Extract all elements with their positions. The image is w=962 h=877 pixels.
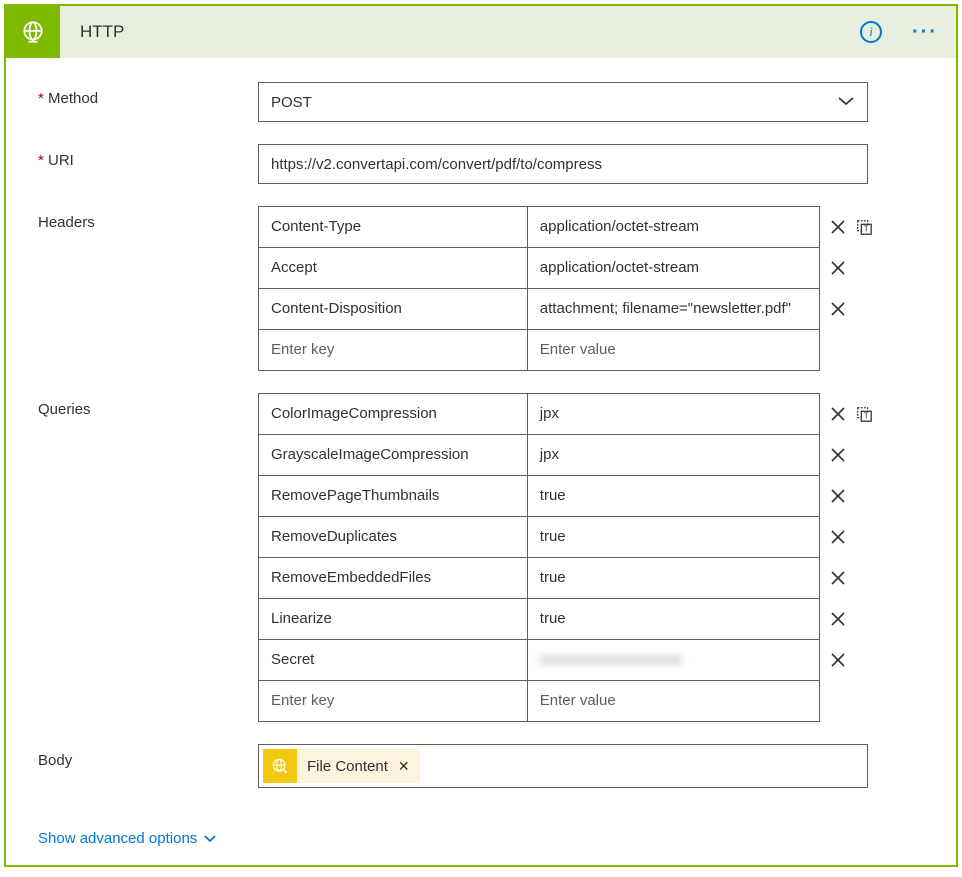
query-value[interactable]: true [528, 517, 819, 557]
query-key[interactable]: Secret [259, 640, 528, 680]
delete-row-button[interactable] [828, 299, 848, 319]
query-key[interactable]: RemoveEmbeddedFiles [259, 558, 528, 598]
queries-table: ColorImageCompressionjpxGrayscaleImageCo… [258, 393, 820, 722]
new-key-input[interactable]: Enter key [259, 681, 528, 721]
kv-row: RemoveDuplicatestrue [259, 517, 819, 558]
query-key[interactable]: GrayscaleImageCompression [259, 435, 528, 475]
card-header: HTTP i ··· [6, 6, 956, 58]
body-input[interactable]: File Content ✕ [258, 744, 868, 788]
chip-label: File Content [297, 758, 398, 775]
svg-text:T: T [864, 411, 869, 420]
advanced-label: Show advanced options [38, 830, 197, 847]
headers-table: Content-Typeapplication/octet-streamAcce… [258, 206, 820, 371]
delete-row-button[interactable] [828, 609, 848, 629]
query-key[interactable]: ColorImageCompression [259, 394, 528, 434]
headers-label: Headers [38, 206, 258, 231]
svg-text:T: T [864, 224, 869, 233]
kv-row: ColorImageCompressionjpx [259, 394, 819, 435]
info-icon[interactable]: i [860, 21, 882, 43]
header-value[interactable]: application/octet-stream [528, 248, 819, 288]
body-label: Body [38, 744, 258, 769]
http-icon [6, 6, 60, 58]
kv-row: Content-Typeapplication/octet-stream [259, 207, 819, 248]
header-key[interactable]: Content-Disposition [259, 289, 528, 329]
query-key[interactable]: RemovePageThumbnails [259, 476, 528, 516]
kv-row: RemoveEmbeddedFilestrue [259, 558, 819, 599]
new-key-input[interactable]: Enter key [259, 330, 528, 370]
kv-row: RemovePageThumbnailstrue [259, 476, 819, 517]
query-key[interactable]: RemoveDuplicates [259, 517, 528, 557]
queries-label: Queries [38, 393, 258, 418]
query-value[interactable]: xxxxxxxxxxxxxxxxxxx [528, 640, 819, 680]
delete-row-button[interactable] [828, 527, 848, 547]
header-key[interactable]: Accept [259, 248, 528, 288]
method-label: Method [38, 82, 258, 107]
delete-row-button[interactable] [828, 486, 848, 506]
chip-remove-icon[interactable]: ✕ [398, 758, 420, 775]
header-key[interactable]: Content-Type [259, 207, 528, 247]
delete-row-button[interactable] [828, 404, 848, 424]
delete-row-button[interactable] [828, 258, 848, 278]
delete-row-button[interactable] [828, 568, 848, 588]
more-menu-button[interactable]: ··· [912, 22, 938, 42]
method-value: POST [271, 94, 312, 111]
body-content-chip: File Content ✕ [263, 749, 420, 783]
query-value[interactable]: true [528, 558, 819, 598]
query-value[interactable]: true [528, 599, 819, 639]
card-title: HTTP [60, 22, 860, 42]
kv-row: Secretxxxxxxxxxxxxxxxxxxx [259, 640, 819, 681]
show-advanced-link[interactable]: Show advanced options [38, 830, 217, 847]
header-value[interactable]: attachment; filename="newsletter.pdf" [528, 289, 819, 329]
kv-row: GrayscaleImageCompressionjpx [259, 435, 819, 476]
delete-row-button[interactable] [828, 650, 848, 670]
format-row-button[interactable]: T [854, 404, 874, 424]
kv-row: Acceptapplication/octet-stream [259, 248, 819, 289]
header-value[interactable]: application/octet-stream [528, 207, 819, 247]
kv-new-row: Enter keyEnter value [259, 330, 819, 370]
chevron-down-icon [837, 94, 855, 110]
chevron-down-icon [203, 830, 217, 847]
file-content-icon [263, 749, 297, 783]
http-action-card: HTTP i ··· Method POST URI https://v2.co… [4, 4, 958, 867]
query-key[interactable]: Linearize [259, 599, 528, 639]
format-row-button[interactable]: T [854, 217, 874, 237]
delete-row-button[interactable] [828, 217, 848, 237]
uri-label: URI [38, 144, 258, 169]
query-value[interactable]: jpx [528, 394, 819, 434]
kv-new-row: Enter keyEnter value [259, 681, 819, 721]
new-value-input[interactable]: Enter value [528, 330, 819, 370]
card-body: Method POST URI https://v2.convertapi.co… [6, 58, 956, 865]
delete-row-button[interactable] [828, 445, 848, 465]
method-select[interactable]: POST [258, 82, 868, 122]
kv-row: Content-Dispositionattachment; filename=… [259, 289, 819, 330]
query-value[interactable]: true [528, 476, 819, 516]
uri-input[interactable]: https://v2.convertapi.com/convert/pdf/to… [258, 144, 868, 184]
new-value-input[interactable]: Enter value [528, 681, 819, 721]
query-value[interactable]: jpx [528, 435, 819, 475]
kv-row: Linearizetrue [259, 599, 819, 640]
uri-value: https://v2.convertapi.com/convert/pdf/to… [271, 156, 602, 173]
